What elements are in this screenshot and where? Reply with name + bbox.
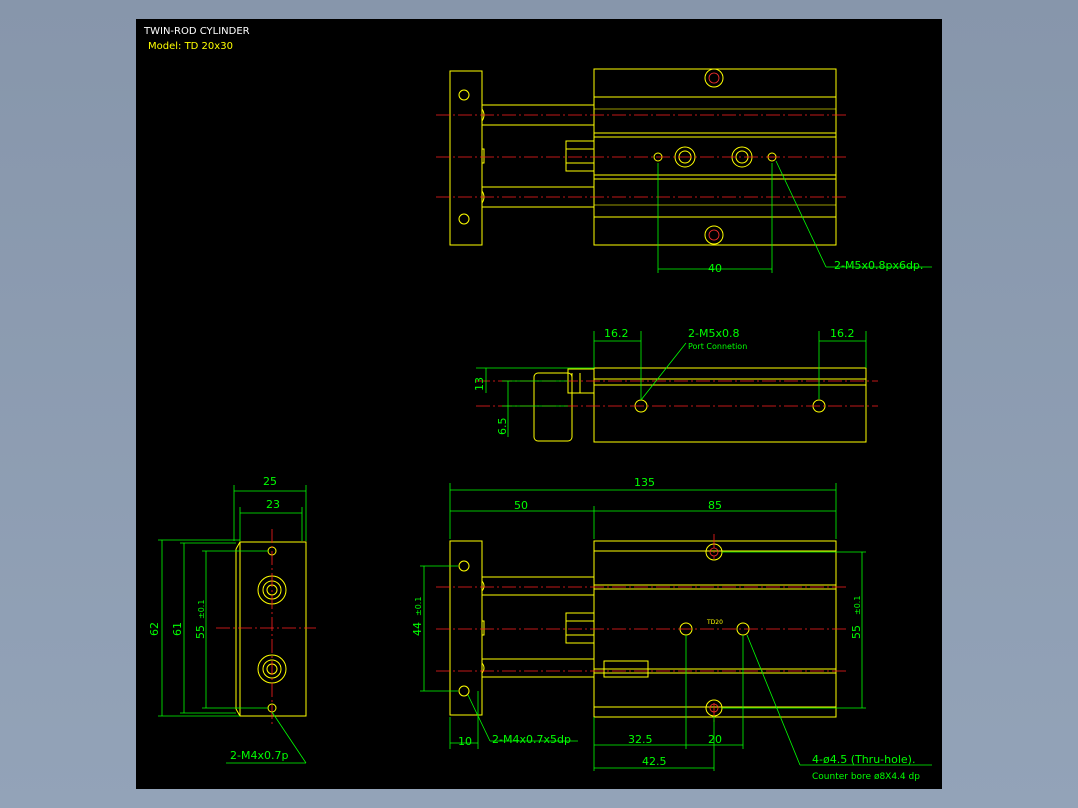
dim-55-front-tol: ±0.1 [853,596,862,615]
front-end-plate [449,540,483,716]
side-port-thread: 2-M5x0.8 [688,327,739,340]
front-rod-nut [565,612,595,644]
top-thread-note: 2-M5x0.8px6dp. [834,259,923,272]
drawing-canvas: TWIN-ROD CYLINDER Model: TD 20x30 40 2-M… [136,19,942,789]
dim-10: 10 [458,735,472,748]
dim-50: 50 [514,499,528,512]
side-end-plate [533,372,573,442]
top-end-plate [449,70,483,246]
dim-55-end: 55 [194,625,207,639]
end-view: 25 23 62 61 55 ±0.1 2-M4x0.7p [148,475,316,764]
dim-16-2-left: 16.2 [604,327,629,340]
dim-55-end-tol: ±0.1 [197,600,206,619]
dim-25: 25 [263,475,277,488]
dim-40: 40 [708,262,722,275]
dim-135: 135 [634,476,655,489]
dim-42-5: 42.5 [642,755,667,768]
end-thread-note: 2-M4x0.7p [230,749,288,762]
front-holes-note: 4-ø4.5 (Thru-hole). [812,753,915,766]
front-cbore-note: Counter bore ø8X4.4 dp [812,772,920,782]
dim-16-2-right: 16.2 [830,327,855,340]
dim-20: 20 [708,733,722,746]
drawing-title: TWIN-ROD CYLINDER [143,26,250,37]
dim-44-tol: ±0.1 [414,597,423,616]
dim-44: 44 [411,622,424,636]
dim-32-5: 32.5 [628,733,653,746]
dim-23: 23 [266,498,280,511]
front-plate-hole-1 [458,560,470,572]
front-view: TD20 135 50 85 44 ±0.1 55 ±0.1 10 2-M4x0… [411,476,932,782]
dim-6-5: 6.5 [496,418,509,436]
end-body [239,541,307,717]
dim-55-front: 55 [850,625,863,639]
top-view: 40 2-M5x0.8px6dp. [436,68,932,275]
dim-61: 61 [171,622,184,636]
side-port-note: Port Connetion [688,342,747,351]
front-plate-hole-2 [458,685,470,697]
dim-62: 62 [148,622,161,636]
side-view: 16.2 16.2 2-M5x0.8 Port Connetion 13 6.5 [473,327,878,443]
cad-drawing: TWIN-ROD CYLINDER Model: TD 20x30 40 2-M… [143,26,932,782]
top-plate-hole-2 [458,213,470,225]
front-plate-thread: 2-M4x0.7x5dp [492,733,571,746]
body-label-td20: TD20 [706,619,723,626]
top-rod-nut [565,140,595,172]
dim-13: 13 [473,377,486,391]
top-plate-hole-1 [458,89,470,101]
model-label: Model: TD 20x30 [148,41,233,52]
dim-85: 85 [708,499,722,512]
